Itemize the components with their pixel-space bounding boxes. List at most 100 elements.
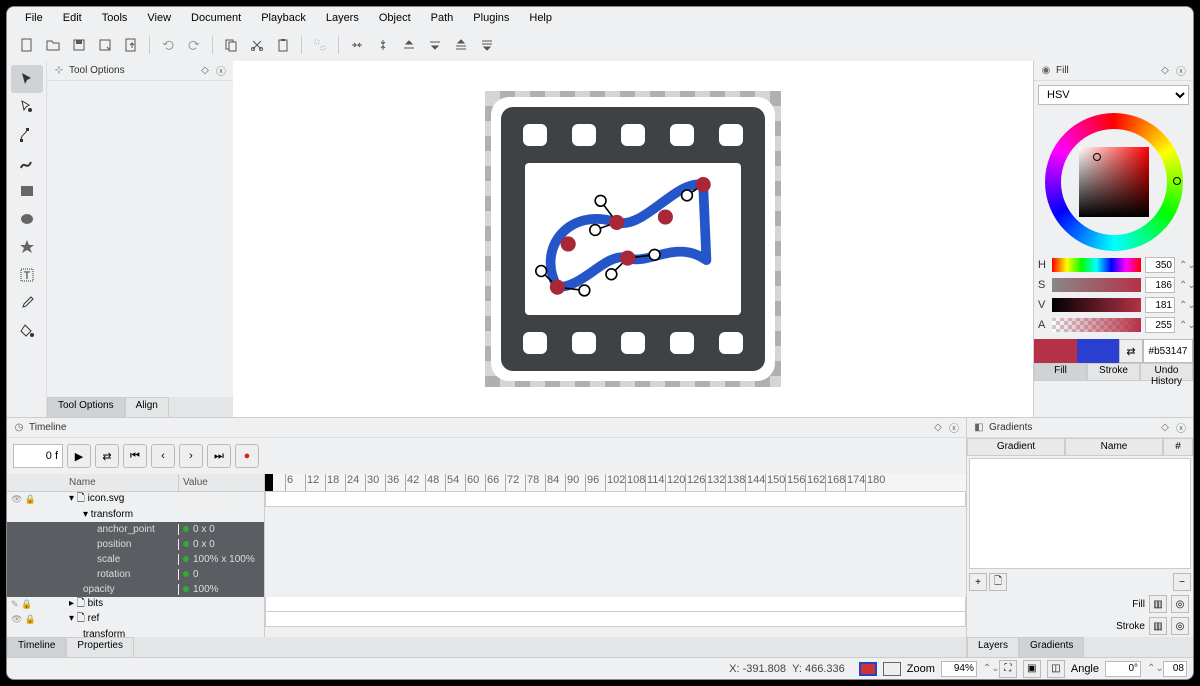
detach-icon[interactable]: ◇: [932, 422, 944, 434]
copy-icon[interactable]: [219, 33, 243, 57]
tab-align[interactable]: Align: [125, 397, 169, 417]
tab-undo-history[interactable]: Undo History: [1140, 363, 1193, 381]
detach-icon[interactable]: ◇: [1159, 65, 1171, 77]
rect-tool[interactable]: [11, 177, 43, 205]
gradients-list[interactable]: [969, 458, 1191, 569]
menu-view[interactable]: View: [137, 9, 181, 27]
tree-row[interactable]: 👁 🔒▾ 🗋 ref: [7, 612, 264, 627]
play-icon[interactable]: ▶: [67, 444, 91, 468]
grad-stroke-linear-icon[interactable]: ▥: [1149, 617, 1167, 635]
hex-input[interactable]: [1143, 339, 1193, 363]
tree-row[interactable]: position0 x 0: [7, 537, 264, 552]
menu-path[interactable]: Path: [421, 9, 464, 27]
sat-input[interactable]: [1145, 277, 1175, 293]
record-icon[interactable]: ●: [235, 444, 259, 468]
tree-row[interactable]: scale100% x 100%: [7, 552, 264, 567]
undo-icon[interactable]: [156, 33, 180, 57]
redo-icon[interactable]: [182, 33, 206, 57]
ellipse-tool[interactable]: [11, 205, 43, 233]
new-from-icon[interactable]: 🗋: [989, 573, 1007, 591]
tree-row[interactable]: rotation0: [7, 567, 264, 582]
tab-gradients[interactable]: Gradients: [1019, 637, 1084, 657]
grad-fill-linear-icon[interactable]: ▥: [1149, 595, 1167, 613]
add-gradient-icon[interactable]: +: [969, 573, 987, 591]
tree-row[interactable]: 👁 🔒▾ 🗋 icon.svg(No Parent): [7, 492, 264, 507]
menu-object[interactable]: Object: [369, 9, 421, 27]
eyedropper-tool[interactable]: [11, 289, 43, 317]
save-icon[interactable]: [67, 33, 91, 57]
menu-edit[interactable]: Edit: [53, 9, 92, 27]
lower-icon[interactable]: [423, 33, 447, 57]
lower-bottom-icon[interactable]: [475, 33, 499, 57]
alpha-input[interactable]: [1145, 317, 1175, 333]
text-tool[interactable]: T: [11, 261, 43, 289]
secondary-swatch[interactable]: [1077, 339, 1120, 363]
menu-document[interactable]: Document: [181, 9, 251, 27]
save-as-icon[interactable]: [93, 33, 117, 57]
fill-swatch[interactable]: [859, 662, 877, 676]
fill-tool[interactable]: [11, 317, 43, 345]
tree-row[interactable]: ✎ 🔒▸ 🗋 bits: [7, 597, 264, 612]
zoom-1-icon[interactable]: ▣: [1023, 660, 1041, 678]
misc-input[interactable]: [1163, 661, 1187, 677]
val-input[interactable]: [1145, 297, 1175, 313]
node-tool[interactable]: [11, 93, 43, 121]
menu-file[interactable]: File: [15, 9, 53, 27]
last-frame-icon[interactable]: ⏭: [207, 444, 231, 468]
grad-fill-radial-icon[interactable]: ◎: [1171, 595, 1189, 613]
swap-colors-icon[interactable]: ⇄: [1119, 339, 1143, 363]
remove-gradient-icon[interactable]: −: [1173, 573, 1191, 591]
menu-help[interactable]: Help: [519, 9, 562, 27]
flip-v-icon[interactable]: [371, 33, 395, 57]
select-tool[interactable]: [11, 65, 43, 93]
detach-icon[interactable]: ◇: [1159, 422, 1171, 434]
tree-row[interactable]: anchor_point0 x 0: [7, 522, 264, 537]
timeline-tracks[interactable]: 0612182430364248546066727884909610210811…: [265, 474, 966, 637]
menu-layers[interactable]: Layers: [316, 9, 369, 27]
grad-stroke-radial-icon[interactable]: ◎: [1171, 617, 1189, 635]
layer-tree[interactable]: NameValue 👁 🔒▾ 🗋 icon.svg(No Parent)▾ tr…: [7, 474, 265, 637]
stroke-swatch[interactable]: [883, 662, 901, 676]
new-icon[interactable]: [15, 33, 39, 57]
primary-swatch[interactable]: [1034, 339, 1077, 363]
zoom-sel-icon[interactable]: ◫: [1047, 660, 1065, 678]
first-frame-icon[interactable]: ⏮: [123, 444, 147, 468]
canvas[interactable]: [233, 61, 1033, 417]
hue-slider[interactable]: [1052, 258, 1141, 272]
menu-playback[interactable]: Playback: [251, 9, 316, 27]
val-slider[interactable]: [1052, 298, 1141, 312]
prev-frame-icon[interactable]: ‹: [151, 444, 175, 468]
bezier-tool[interactable]: [11, 121, 43, 149]
open-icon[interactable]: [41, 33, 65, 57]
freehand-tool[interactable]: [11, 149, 43, 177]
zoom-fit-icon[interactable]: ⛶: [999, 660, 1017, 678]
flip-h-icon[interactable]: [345, 33, 369, 57]
next-frame-icon[interactable]: ›: [179, 444, 203, 468]
export-icon[interactable]: [119, 33, 143, 57]
tree-row[interactable]: transform: [7, 627, 264, 637]
tree-row[interactable]: opacity100%: [7, 582, 264, 597]
raise-top-icon[interactable]: [449, 33, 473, 57]
detach-icon[interactable]: ◇: [199, 65, 211, 77]
tab-properties[interactable]: Properties: [66, 637, 134, 657]
loop-icon[interactable]: ⇄: [95, 444, 119, 468]
frame-input[interactable]: [13, 444, 63, 468]
close-icon[interactable]: ⓧ: [215, 65, 227, 77]
playhead[interactable]: [265, 474, 273, 492]
close-icon[interactable]: ⓧ: [1175, 422, 1187, 434]
tree-row[interactable]: ▾ transform: [7, 507, 264, 522]
zoom-input[interactable]: [941, 661, 977, 677]
close-icon[interactable]: ⓧ: [948, 422, 960, 434]
close-icon[interactable]: ⓧ: [1175, 65, 1187, 77]
hue-input[interactable]: [1145, 257, 1175, 273]
raise-icon[interactable]: [397, 33, 421, 57]
tab-layers[interactable]: Layers: [967, 637, 1019, 657]
color-wheel[interactable]: [1045, 113, 1183, 251]
tab-tool-options[interactable]: Tool Options: [47, 397, 125, 417]
alpha-slider[interactable]: [1052, 318, 1141, 332]
color-mode-select[interactable]: HSV: [1038, 85, 1189, 105]
menu-plugins[interactable]: Plugins: [463, 9, 519, 27]
tab-stroke[interactable]: Stroke: [1087, 363, 1140, 381]
star-tool[interactable]: [11, 233, 43, 261]
cut-icon[interactable]: [245, 33, 269, 57]
